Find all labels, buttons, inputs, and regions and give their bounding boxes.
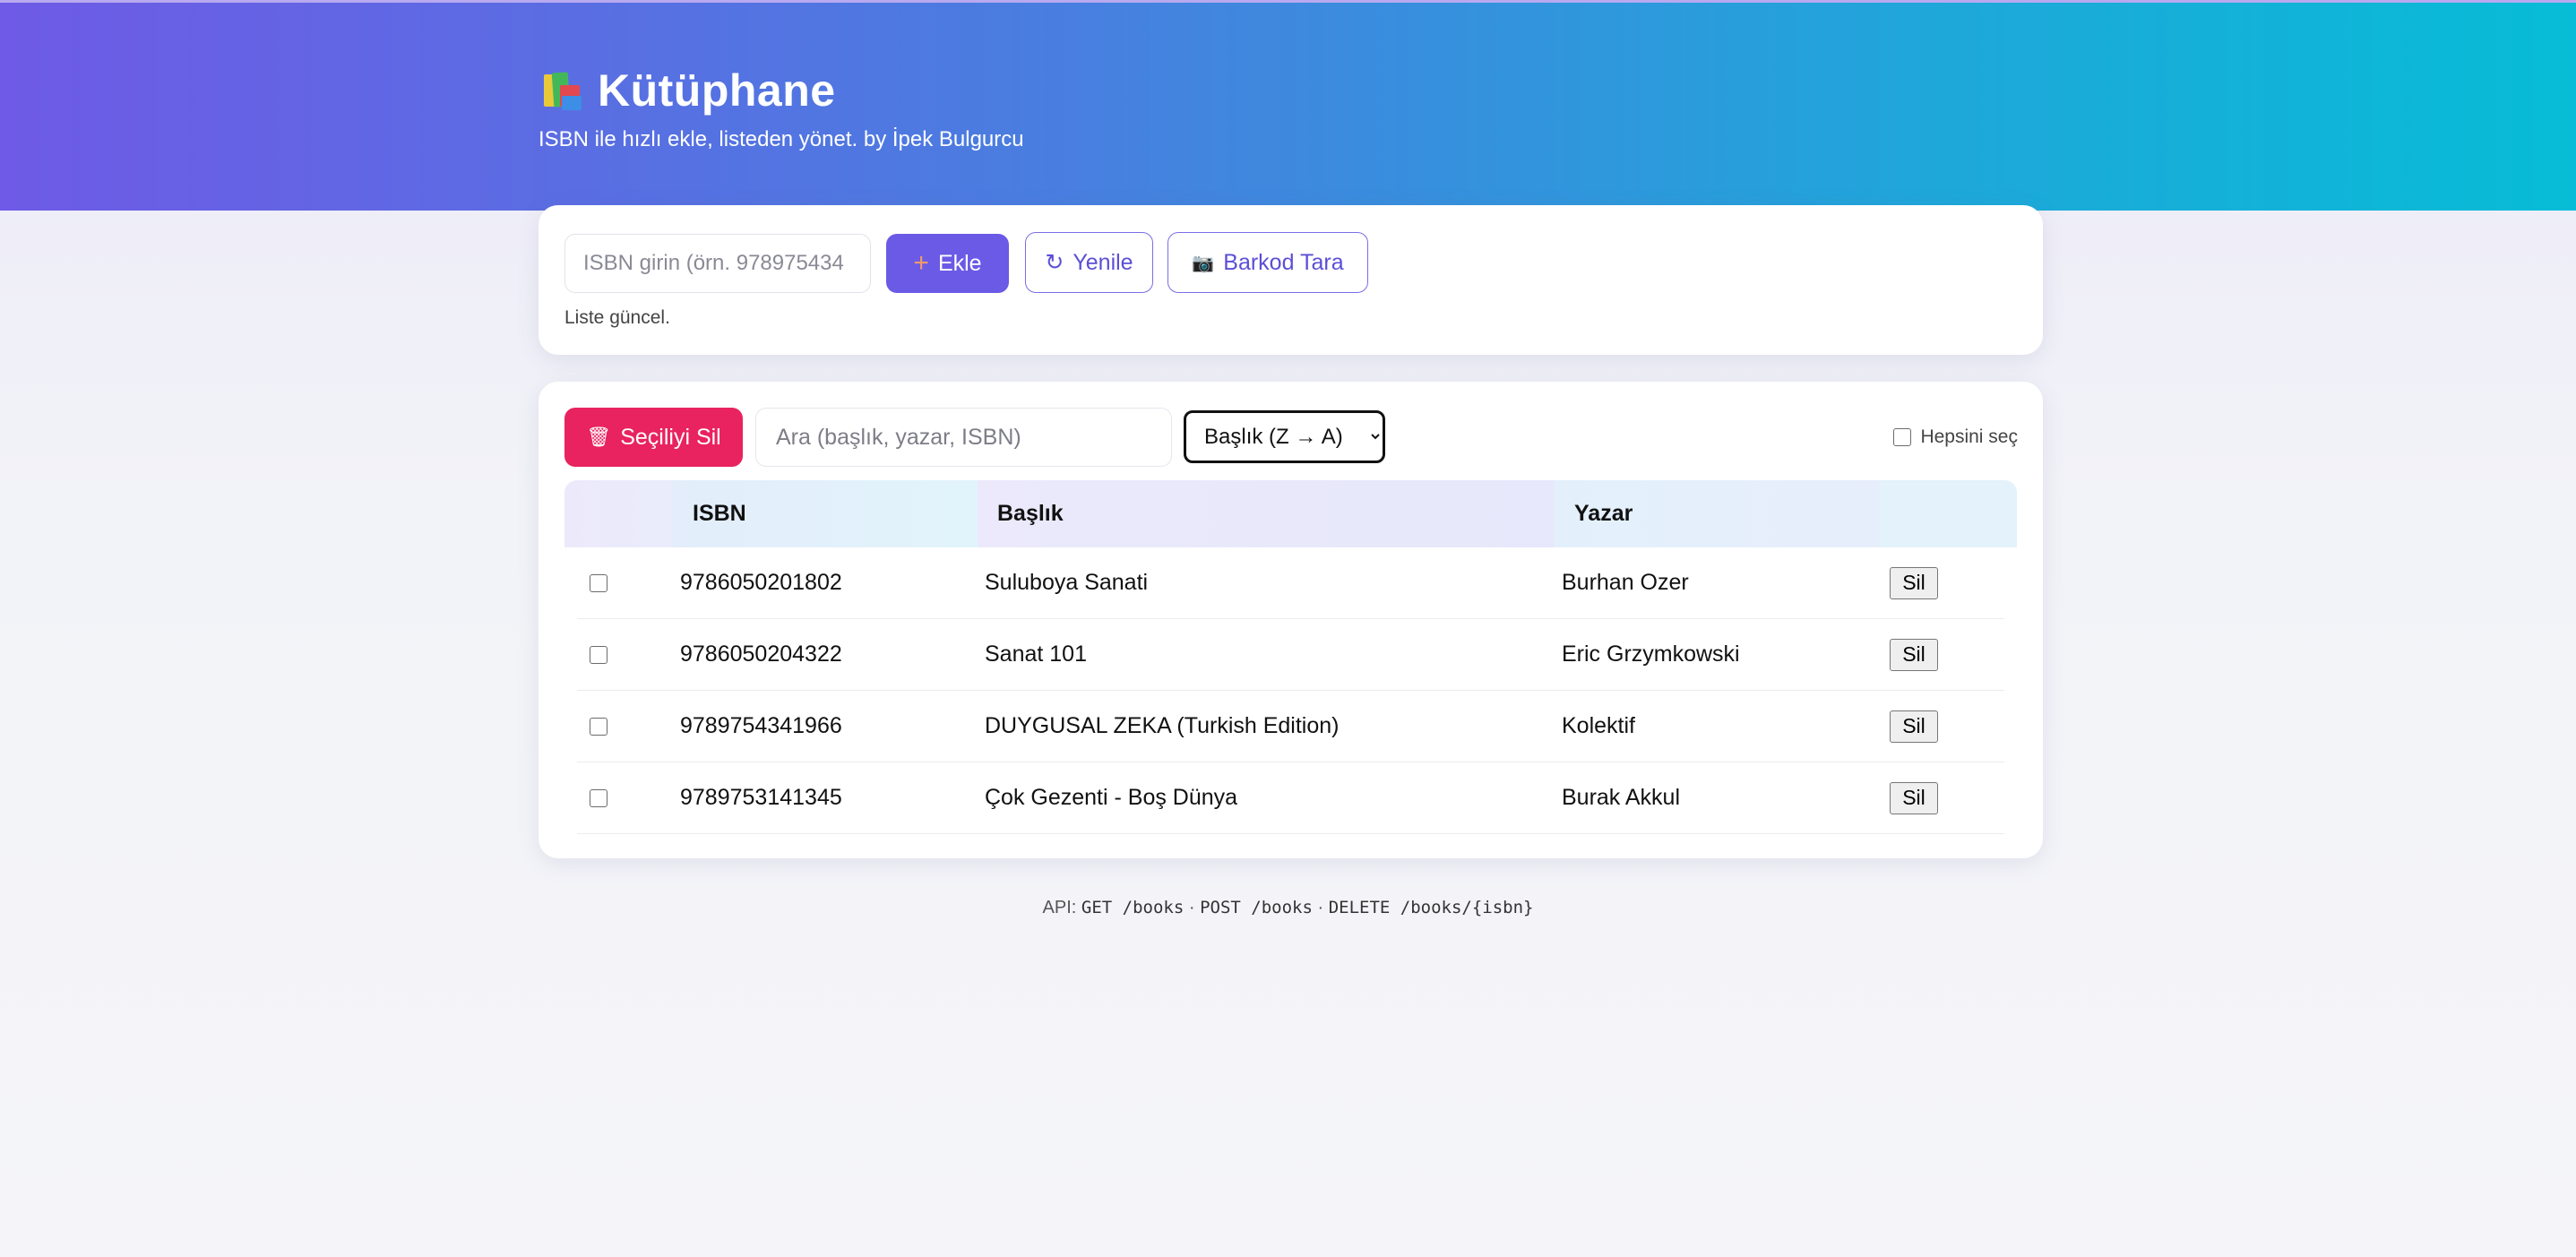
table-row: 9789753141345 Çok Gezenti - Boş Dünya Bu… [577,762,2004,834]
table-row: 9789754341966 DUYGUSAL ZEKA (Turkish Edi… [577,691,2004,762]
books-table: ISBN Başlık Yazar 9786050201802 Suluboya… [564,480,2017,834]
select-all-checkbox[interactable] [1893,428,1912,446]
api-delete: DELETE /books/{isbn} [1328,898,1534,917]
row-title: Çok Gezenti - Boş Dünya [985,785,1238,810]
add-button-label: Ekle [937,250,982,276]
api-label: API: [1042,898,1077,917]
delete-selected-label: Seçiliyi Sil [620,424,721,450]
header-isbn: ISBN [673,480,978,547]
header-banner [0,0,2576,211]
row-title: Suluboya Sanati [985,570,1149,595]
row-author: Burak Akkul [1562,785,1681,810]
header-select-cell [564,480,673,547]
delete-selected-button[interactable]: 🗑 Seçiliyi Sil [564,408,743,467]
header-author: Yazar [1555,480,1881,547]
row-title: Sanat 101 [985,641,1087,667]
scan-barcode-button[interactable]: 📷 Barkod Tara [1167,232,1368,293]
trash-icon: 🗑 [586,426,612,448]
api-separator: · [1188,898,1195,917]
table-row: 9786050204322 Sanat 101 Eric Grzymkowski… [577,619,2004,691]
row-isbn: 9789753141345 [680,785,842,810]
add-button[interactable]: + Ekle [886,234,1009,293]
api-post: POST /books [1200,898,1313,917]
row-checkbox[interactable] [590,573,607,592]
row-author: Eric Grzymkowski [1562,641,1740,667]
delete-row-button[interactable]: Sil [1890,781,1938,814]
scan-button-label: Barkod Tara [1223,249,1344,275]
camera-icon: 📷 [1192,253,1215,273]
refresh-button[interactable]: ↻ Yenile [1025,232,1153,293]
delete-row-button[interactable]: Sil [1890,710,1938,743]
row-author: Kolektif [1562,713,1635,738]
plus-icon: + [913,248,929,278]
delete-row-button[interactable]: Sil [1890,566,1938,599]
row-author: Burhan Ozer [1562,570,1689,595]
row-isbn: 9786050201802 [680,570,842,595]
api-footer: API: GET /books · POST /books · DELETE /… [0,898,2576,918]
page-title: Kütüphane [598,65,836,116]
delete-row-button[interactable]: Sil [1890,638,1938,671]
status-message: Liste güncel. [564,307,670,328]
books-icon [540,69,583,112]
search-input[interactable] [755,408,1172,467]
api-get: GET /books [1081,898,1185,917]
api-separator: · [1317,898,1324,917]
table-row: 9786050201802 Suluboya Sanati Burhan Oze… [577,547,2004,619]
refresh-icon: ↻ [1045,250,1064,275]
header-title: Başlık [978,480,1555,547]
table-header: ISBN Başlık Yazar [564,480,2017,547]
row-isbn: 9789754341966 [680,713,842,738]
header-actions [1881,480,2017,547]
row-checkbox[interactable] [590,788,607,807]
refresh-button-label: Yenile [1073,249,1133,275]
add-book-panel: + Ekle ↻ Yenile 📷 Barkod Tara Liste günc… [538,205,2043,355]
page-subtitle: ISBN ile hızlı ekle, listeden yönet. by … [538,127,1024,151]
select-all-label: Hepsini seç [1920,426,2018,447]
row-checkbox[interactable] [590,717,607,736]
book-list-panel: 🗑 Seçiliyi Sil Başlık (Z → A) Hepsini se… [538,382,2043,858]
brand: Kütüphane [540,65,836,116]
select-all[interactable]: Hepsini seç [1893,426,2018,448]
row-title: DUYGUSAL ZEKA (Turkish Edition) [985,713,1340,738]
row-checkbox[interactable] [590,645,607,664]
isbn-input[interactable] [564,234,871,293]
row-isbn: 9786050204322 [680,641,842,667]
sort-select[interactable]: Başlık (Z → A) [1184,410,1385,463]
